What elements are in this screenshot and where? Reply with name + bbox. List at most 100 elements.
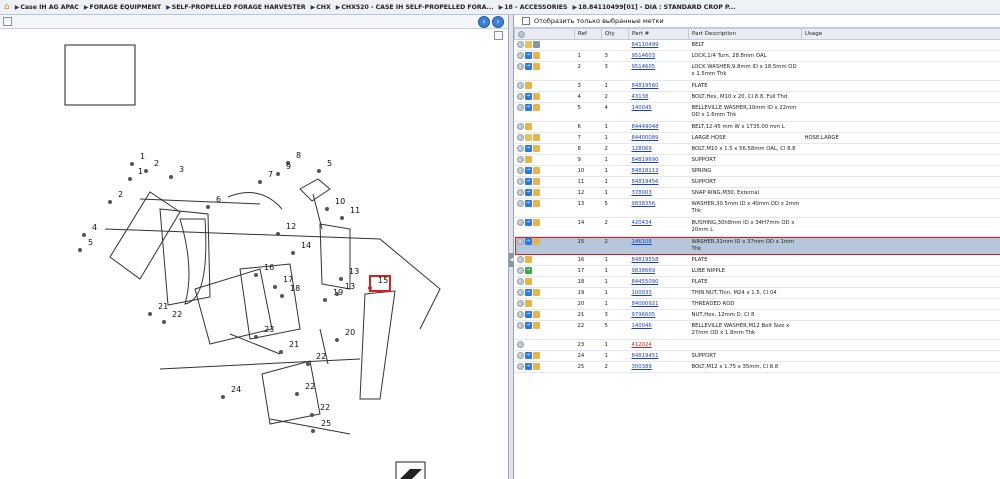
- breadcrumb-item[interactable]: CHX520 - CASE IH SELF-PROPELLED FORA...: [341, 4, 493, 11]
- table-row[interactable]: i 84110499 BELT: [514, 39, 1000, 51]
- expand-icon[interactable]: [3, 17, 12, 26]
- cart-arrow-icon[interactable]: →: [524, 322, 532, 329]
- table-row[interactable]: i 3 1 84819560 PLATE: [514, 80, 1000, 92]
- part-number-link[interactable]: 140045: [632, 105, 652, 111]
- table-row[interactable]: i → 22 5 140046 BELLEVILLE WASHER,M12 Bolt Si…: [514, 320, 1000, 340]
- info-icon[interactable]: i: [516, 352, 524, 359]
- breadcrumb-item[interactable]: Case IH AG APAC: [20, 4, 79, 11]
- info-icon[interactable]: i: [516, 123, 524, 130]
- package-icon[interactable]: [524, 82, 532, 89]
- info-icon[interactable]: i: [516, 267, 524, 274]
- part-number-link[interactable]: 84455090: [632, 279, 659, 285]
- info-icon[interactable]: i: [516, 134, 524, 141]
- part-number-link[interactable]: 9838669: [632, 268, 656, 274]
- package-icon[interactable]: [532, 178, 540, 185]
- cart-arrow-icon[interactable]: →: [524, 93, 532, 100]
- cart-arrow-icon[interactable]: →: [524, 167, 532, 174]
- package-icon[interactable]: [532, 104, 540, 111]
- info-icon[interactable]: i: [516, 63, 524, 70]
- part-number-link[interactable]: 84110499: [632, 42, 659, 48]
- info-icon[interactable]: i: [516, 167, 524, 174]
- cart-arrow-icon[interactable]: →: [524, 104, 532, 111]
- table-row[interactable]: i → 2 3 9514605 LOCK WASHER,9.8mm ID x 18.5mm…: [514, 61, 1000, 81]
- table-row[interactable]: i → 14 2 420434 BUSHING,30h8mm ID x 34H7mm OD…: [514, 217, 1000, 237]
- wrench-icon[interactable]: [532, 41, 540, 48]
- package-icon[interactable]: [532, 52, 540, 59]
- col-header-qty[interactable]: Qty: [601, 28, 629, 40]
- part-number-link[interactable]: 146108: [632, 239, 652, 245]
- package-icon[interactable]: [524, 156, 532, 163]
- table-row[interactable]: i 23 1 412024: [514, 339, 1000, 351]
- cart-arrow-icon[interactable]: →: [524, 363, 532, 370]
- col-header-description[interactable]: Part Description: [688, 28, 802, 40]
- table-row[interactable]: i → 13 5 9838356 WASHER,30.5mm ID x 40mm OD x…: [514, 198, 1000, 218]
- package-icon[interactable]: [532, 238, 540, 245]
- package-icon[interactable]: [532, 145, 540, 152]
- package-icon[interactable]: [532, 63, 540, 70]
- part-number-link[interactable]: 84818112: [632, 168, 659, 174]
- cart-arrow-icon[interactable]: →: [524, 311, 532, 318]
- package-icon[interactable]: [532, 134, 540, 141]
- table-row[interactable]: i → 10 1 84818112 SPRING: [514, 165, 1000, 177]
- cart-arrow-icon[interactable]: →: [524, 145, 532, 152]
- package-icon[interactable]: [532, 363, 540, 370]
- part-number-link[interactable]: 84819560: [632, 83, 659, 89]
- info-icon[interactable]: i: [516, 311, 524, 318]
- package-icon[interactable]: [524, 256, 532, 263]
- info-icon[interactable]: i: [516, 238, 524, 245]
- part-number-link[interactable]: 84449048: [632, 124, 659, 130]
- cart-arrow-icon[interactable]: →: [524, 238, 532, 245]
- folder-icon[interactable]: [524, 134, 532, 141]
- table-row[interactable]: i 7 1 84400089 LARGE HOSE HOSE,LARGE: [514, 132, 1000, 144]
- package-icon[interactable]: [532, 167, 540, 174]
- breadcrumb-item[interactable]: CHX: [316, 4, 331, 11]
- part-number-link[interactable]: 9514603: [632, 53, 656, 59]
- table-row[interactable]: i → 17 1 9838669 LUBE NIPPLE: [514, 265, 1000, 277]
- table-row[interactable]: i → 15 2 146108 WASHER,31mm ID x 37mm OD x 1m…: [514, 236, 1000, 255]
- cart-arrow-icon[interactable]: →: [524, 352, 532, 359]
- part-number-link[interactable]: 100033: [632, 290, 652, 296]
- info-icon[interactable]: i: [516, 41, 524, 48]
- part-number-link[interactable]: 412024: [632, 342, 652, 348]
- part-number-link[interactable]: 300389: [632, 364, 652, 370]
- info-icon[interactable]: i: [516, 178, 524, 185]
- info-icon[interactable]: i: [516, 256, 524, 263]
- info-icon[interactable]: i: [516, 104, 524, 111]
- part-number-link[interactable]: 84400089: [632, 135, 659, 141]
- package-icon[interactable]: [532, 93, 540, 100]
- info-icon[interactable]: i: [516, 278, 524, 285]
- package-icon[interactable]: [532, 311, 540, 318]
- package-icon[interactable]: [524, 300, 532, 307]
- table-row[interactable]: i → 21 3 9796605 NUT,Hex, 12mm D, Cl 8: [514, 309, 1000, 321]
- part-number-link[interactable]: 84000921: [632, 301, 659, 307]
- info-icon[interactable]: i: [516, 200, 524, 207]
- part-number-link[interactable]: 9514605: [632, 64, 656, 70]
- part-number-link[interactable]: 43138: [632, 94, 649, 100]
- info-icon[interactable]: i: [516, 219, 524, 226]
- part-number-link[interactable]: 9796605: [632, 312, 656, 318]
- table-row[interactable]: i → 24 1 84819451 SUPPORT: [514, 350, 1000, 362]
- info-icon[interactable]: i: [516, 363, 524, 370]
- info-icon[interactable]: i: [516, 156, 524, 163]
- back-button[interactable]: ‹: [478, 16, 490, 28]
- part-number-link[interactable]: 378003: [632, 190, 652, 196]
- table-row[interactable]: i 16 1 84819558 PLATE: [514, 254, 1000, 266]
- part-number-link[interactable]: 84819451: [632, 353, 659, 359]
- table-row[interactable]: i 6 1 84449048 BELT,12.45 mm W x 1735.00 mm …: [514, 121, 1000, 133]
- breadcrumb-item[interactable]: SELF-PROPELLED FORAGE HARVESTER: [172, 4, 306, 11]
- package-icon[interactable]: [532, 200, 540, 207]
- part-number-link[interactable]: 140046: [632, 323, 652, 329]
- cart-arrow-icon[interactable]: →: [524, 178, 532, 185]
- breadcrumb-item[interactable]: 18 - ACCESSORIES: [504, 4, 567, 11]
- cart-arrow-icon[interactable]: →: [524, 63, 532, 70]
- info-icon[interactable]: i: [516, 93, 524, 100]
- part-number-link[interactable]: 9838356: [632, 201, 656, 207]
- add-to-cart-icon[interactable]: →: [524, 267, 532, 274]
- info-icon[interactable]: i: [516, 300, 524, 307]
- info-icon[interactable]: i: [516, 341, 524, 348]
- info-icon[interactable]: i: [516, 145, 524, 152]
- part-number-link[interactable]: 84819690: [632, 157, 659, 163]
- header-settings[interactable]: [514, 28, 575, 40]
- package-icon[interactable]: [524, 278, 532, 285]
- info-icon[interactable]: i: [516, 189, 524, 196]
